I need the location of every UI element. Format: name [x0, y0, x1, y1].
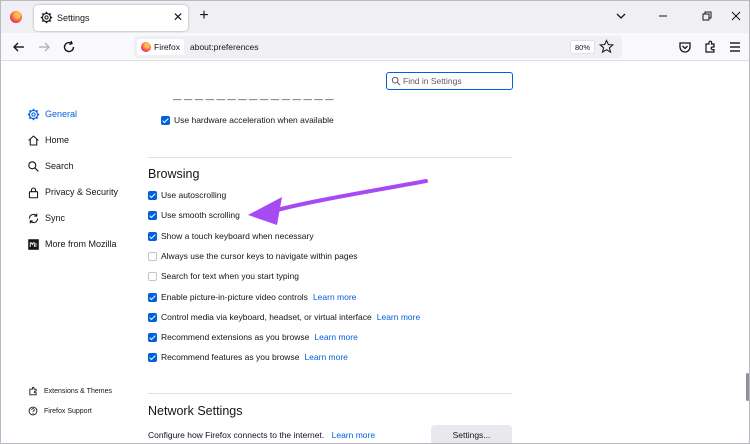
checkbox[interactable] [161, 115, 170, 125]
checkbox[interactable] [148, 271, 157, 281]
reload-icon[interactable] [61, 39, 77, 55]
checkbox-label: Use autoscrolling [161, 190, 227, 200]
recommend-extensions-checkbox[interactable]: Recommend extensions as you browse Learn… [148, 331, 358, 343]
lock-icon [28, 187, 39, 198]
browser-window: Settings ✕ + Firefox about:preferences 8… [0, 0, 750, 444]
autoscrolling-checkbox[interactable]: Use autoscrolling [148, 189, 226, 201]
checkbox[interactable] [148, 231, 157, 241]
search-when-typing-checkbox[interactable]: Search for text when you start typing [148, 270, 299, 282]
sidebar-extensions-themes[interactable]: Extensions & Themes [28, 385, 112, 397]
clipped-row: — — — — — — — — — — — — — — — [173, 99, 334, 104]
sidebar-firefox-support[interactable]: Firefox Support [28, 405, 92, 417]
restore-icon[interactable] [700, 9, 714, 23]
sidebar-item-more-from-mozilla[interactable]: More from Mozilla [27, 236, 117, 252]
hardware-acceleration-checkbox[interactable]: Use hardware acceleration when available [161, 114, 334, 126]
tab-settings[interactable]: Settings ✕ [34, 5, 188, 31]
identity-label: Firefox [154, 42, 180, 52]
checkbox-label: Show a touch keyboard when necessary [161, 231, 314, 241]
cursor-keys-checkbox[interactable]: Always use the cursor keys to navigate w… [148, 250, 358, 262]
learn-more-link[interactable]: Learn more [377, 312, 420, 322]
network-settings-button[interactable]: Settings... [431, 425, 512, 443]
sidebar-item-general[interactable]: General [27, 106, 77, 122]
checkbox-label: Recommend extensions as you browse [161, 332, 310, 342]
checkbox-label: Search for text when you start typing [161, 271, 299, 281]
learn-more-link[interactable]: Learn more [332, 430, 375, 440]
checkbox[interactable] [148, 312, 157, 322]
checkbox[interactable] [148, 332, 157, 342]
sidebar-item-sync[interactable]: Sync [27, 210, 65, 226]
sidebar-item-label: Home [45, 135, 70, 145]
smooth-scrolling-checkbox[interactable]: Use smooth scrolling [148, 209, 240, 221]
extensions-icon[interactable] [702, 39, 718, 55]
tab-title: Settings [57, 13, 90, 23]
recommend-features-checkbox[interactable]: Recommend features as you browse Learn m… [148, 351, 348, 363]
checkbox-label: Recommend features as you browse [161, 352, 300, 362]
checkbox-label: Control media via keyboard, headset, or … [161, 312, 372, 322]
sidebar-item-home[interactable]: Home [27, 132, 69, 148]
identity-box[interactable]: Firefox [137, 39, 184, 55]
sidebar-item-label: Firefox Support [44, 407, 92, 415]
search-icon [28, 160, 39, 172]
learn-more-link[interactable]: Learn more [304, 352, 347, 362]
firefox-view-icon[interactable] [10, 11, 22, 23]
sidebar-item-label: Privacy & Security [45, 187, 119, 197]
mozilla-icon [28, 238, 39, 250]
navigation-toolbar: Firefox about:preferences 80% [1, 33, 749, 61]
learn-more-link[interactable]: Learn more [314, 332, 357, 342]
picture-in-picture-checkbox[interactable]: Enable picture-in-picture video controls… [148, 291, 356, 303]
network-settings-heading: Network Settings [148, 404, 243, 418]
firefox-logo-icon [141, 42, 151, 52]
sidebar-item-privacy[interactable]: Privacy & Security [27, 184, 118, 200]
sidebar-item-label: Search [45, 161, 74, 171]
touch-keyboard-checkbox[interactable]: Show a touch keyboard when necessary [148, 230, 314, 242]
sidebar-item-label: General [45, 109, 78, 119]
sidebar-item-label: Sync [45, 213, 66, 223]
tab-strip: Settings ✕ + [1, 1, 749, 33]
bookmark-star-icon[interactable] [599, 39, 614, 54]
close-tab-icon[interactable]: ✕ [172, 10, 184, 24]
forward-arrow-icon[interactable] [36, 39, 52, 55]
menu-icon[interactable] [727, 39, 743, 55]
checkbox-label: Enable picture-in-picture video controls [161, 292, 308, 302]
section-divider [148, 157, 512, 158]
sync-icon [28, 213, 39, 223]
close-window-icon[interactable] [729, 9, 743, 23]
checkbox[interactable] [148, 251, 157, 261]
home-icon [28, 134, 39, 145]
scrollbar-thumb[interactable] [746, 373, 749, 401]
network-description: Configure how Firefox connects to the in… [148, 430, 375, 440]
back-arrow-icon[interactable] [11, 39, 27, 55]
chevron-down-icon[interactable] [615, 10, 627, 22]
section-divider [148, 393, 512, 394]
minimize-icon[interactable] [656, 9, 670, 23]
find-in-settings[interactable] [386, 72, 513, 90]
sidebar-item-search[interactable]: Search [27, 158, 74, 174]
new-tab-button[interactable]: + [197, 8, 211, 24]
search-icon [391, 76, 401, 86]
checkbox[interactable] [148, 292, 157, 302]
checkbox-label: Use hardware acceleration when available [174, 115, 334, 125]
pocket-icon[interactable] [677, 39, 693, 55]
browsing-heading: Browsing [148, 167, 200, 181]
gear-icon [40, 11, 53, 24]
sidebar-item-label: Extensions & Themes [44, 387, 112, 395]
help-icon [28, 406, 38, 416]
checkbox-label: Always use the cursor keys to navigate w… [161, 251, 358, 261]
search-input[interactable] [403, 74, 509, 88]
url-text[interactable]: about:preferences [190, 42, 259, 52]
zoom-indicator[interactable]: 80% [570, 40, 596, 54]
sidebar-item-label: More from Mozilla [45, 239, 117, 249]
media-control-checkbox[interactable]: Control media via keyboard, headset, or … [148, 311, 420, 323]
preferences-page: General Home Search Privacy & Security [1, 61, 749, 443]
checkbox-label: Use smooth scrolling [161, 210, 240, 220]
learn-more-link[interactable]: Learn more [313, 292, 356, 302]
checkbox[interactable] [148, 210, 157, 220]
checkbox[interactable] [148, 190, 157, 200]
address-bar[interactable]: Firefox about:preferences 80% [134, 36, 622, 58]
network-description-text: Configure how Firefox connects to the in… [148, 430, 325, 440]
checkbox[interactable] [148, 352, 157, 362]
puzzle-piece-icon [29, 386, 37, 396]
gear-icon [27, 108, 40, 120]
